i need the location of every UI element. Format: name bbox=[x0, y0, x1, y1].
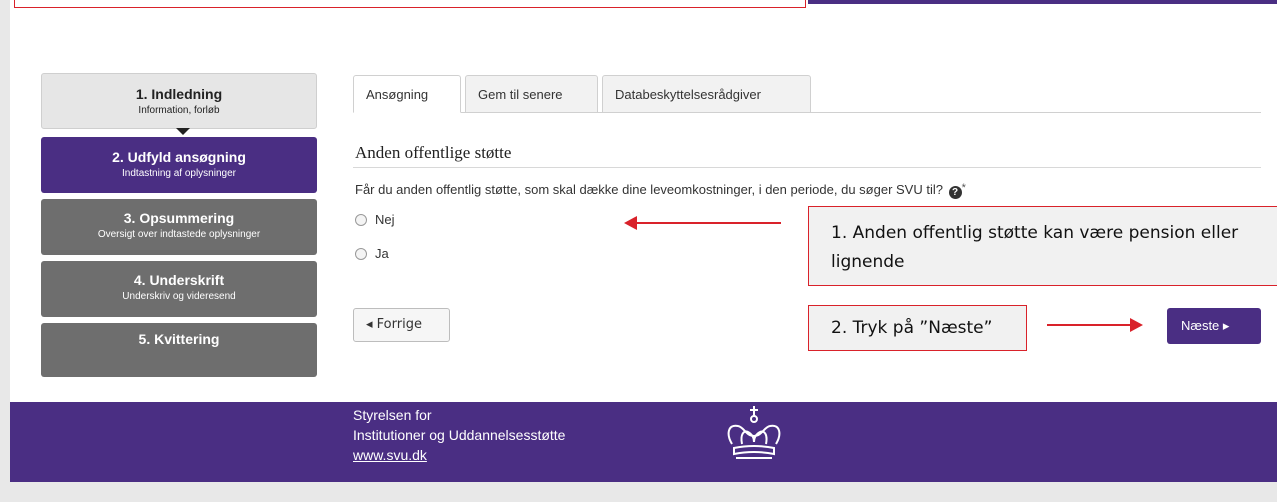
step-opsummering[interactable]: 3. Opsummering Oversigt over indtastede … bbox=[41, 199, 317, 255]
radio-option-ja[interactable]: Ja bbox=[355, 246, 389, 261]
footer bbox=[10, 402, 1277, 482]
step-title: 4. Underskrift bbox=[133, 272, 225, 288]
footer-line-2: Institutioner og Uddannelsesstøtte bbox=[353, 427, 566, 443]
crown-logo-icon bbox=[727, 406, 781, 459]
section-title: Anden offentlige støtte bbox=[355, 143, 512, 162]
radio-button[interactable] bbox=[355, 213, 367, 226]
step-subtitle: Information, forløb bbox=[138, 105, 220, 116]
radio-option-nej[interactable]: Nej bbox=[355, 212, 395, 227]
footer-link[interactable]: www.svu.dk bbox=[353, 445, 565, 465]
radio-label: Nej bbox=[375, 212, 395, 227]
tab-gem-til-senere[interactable]: Gem til senere bbox=[465, 75, 598, 113]
divider bbox=[353, 167, 1261, 168]
radio-label: Ja bbox=[375, 246, 389, 261]
annotation-arrow-right-head bbox=[1130, 318, 1143, 332]
tab-bar: Ansøgning Gem til senere Databeskyttelse… bbox=[353, 75, 1261, 113]
step-indledning[interactable]: 1. Indledning Information, forløb bbox=[41, 73, 317, 129]
step-title: 3. Opsummering bbox=[123, 210, 235, 226]
required-marker: * bbox=[961, 182, 966, 194]
step-title: 2. Udfyld ansøgning bbox=[112, 149, 246, 165]
previous-button[interactable]: ◂ Forrige bbox=[353, 308, 450, 342]
step-title: 1. Indledning bbox=[135, 86, 223, 102]
annotation-arrow-right bbox=[1047, 324, 1132, 326]
help-icon[interactable]: ? bbox=[948, 186, 962, 199]
footer-text: Styrelsen for Institutioner og Uddannels… bbox=[353, 405, 565, 465]
radio-button[interactable] bbox=[355, 247, 367, 260]
step-subtitle: Oversigt over indtastede oplysninger bbox=[97, 229, 261, 240]
question-label: Får du anden offentlig støtte, som skal … bbox=[355, 182, 966, 199]
step-title: 5. Kvittering bbox=[138, 331, 220, 347]
next-button[interactable]: Næste ▸ bbox=[1167, 308, 1261, 344]
annotation-arrow-left bbox=[636, 222, 781, 224]
tab-ansogning[interactable]: Ansøgning bbox=[353, 75, 461, 113]
step-kvittering[interactable]: 5. Kvittering bbox=[41, 323, 317, 377]
tab-databeskyttelsesradgiver[interactable]: Databeskyttelsesrådgiver bbox=[602, 75, 811, 113]
annotation-frame-top bbox=[14, 0, 806, 8]
annotation-note-1: 1. Anden offentlig støtte kan være pensi… bbox=[808, 206, 1277, 286]
footer-line-1: Styrelsen for bbox=[353, 407, 432, 423]
step-underskrift[interactable]: 4. Underskrift Underskriv og videresend bbox=[41, 261, 317, 317]
annotation-note-2: 2. Tryk på ”Næste” bbox=[808, 305, 1027, 351]
step-subtitle: Indtastning af oplysninger bbox=[122, 168, 236, 179]
current-step-indicator bbox=[176, 128, 190, 135]
question-text: Får du anden offentlig støtte, som skal … bbox=[355, 182, 943, 197]
top-brand-bar bbox=[808, 0, 1277, 4]
step-udfyld-ansogning[interactable]: 2. Udfyld ansøgning Indtastning af oplys… bbox=[41, 137, 317, 193]
step-subtitle: Underskriv og videresend bbox=[122, 291, 236, 302]
